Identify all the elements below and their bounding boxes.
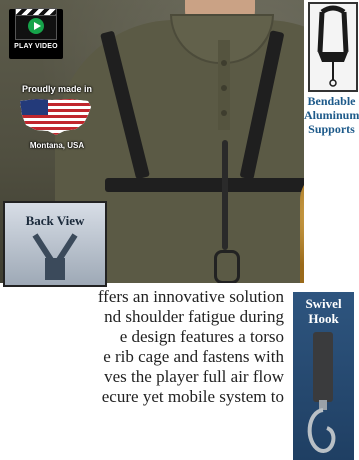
made-in-label: Proudly made in xyxy=(21,84,92,94)
shirt-button xyxy=(221,110,227,116)
usa-flag-map-icon xyxy=(20,99,91,135)
description-line: nd shoulder fatigue during xyxy=(104,307,284,326)
description-line: ffers an innovative solution xyxy=(97,287,284,306)
harness-center-strap xyxy=(222,140,228,250)
harness-thumbnail xyxy=(308,2,358,92)
clapperboard-icon xyxy=(15,8,57,40)
feature-panel: Bendable Aluminum Supports xyxy=(304,0,359,283)
description-line: ves the player full air flow xyxy=(104,367,284,386)
description-line: e design features a torso xyxy=(119,327,284,346)
shirt-button xyxy=(221,60,227,66)
back-view-inset: Back View xyxy=(3,201,107,287)
play-video-button[interactable]: PLAY VIDEO xyxy=(9,8,63,59)
swivel-hook-photo xyxy=(214,250,240,283)
play-video-label: PLAY VIDEO xyxy=(14,43,58,50)
supports-label-line: Supports xyxy=(308,122,355,136)
product-description: ffers an innovative solution nd shoulder… xyxy=(0,287,290,460)
harness-icon xyxy=(317,5,349,87)
swivel-hook-icon xyxy=(307,332,336,453)
harness-chest-strap xyxy=(105,178,315,192)
swivel-hook-panel: Swivel Hook xyxy=(293,292,354,460)
shirt-button xyxy=(221,85,227,91)
made-in-state-label: Montana, USA xyxy=(29,141,85,150)
aluminum-label-line: Aluminum xyxy=(304,108,359,122)
bendable-label-line: Bendable xyxy=(307,94,356,108)
back-harness-icon xyxy=(32,233,78,280)
bendable-supports-label: Bendable Aluminum Supports xyxy=(304,94,359,136)
play-icon xyxy=(28,18,44,34)
description-line: ecure yet mobile system to xyxy=(101,387,284,406)
description-line: e rib cage and fastens with xyxy=(103,347,284,366)
